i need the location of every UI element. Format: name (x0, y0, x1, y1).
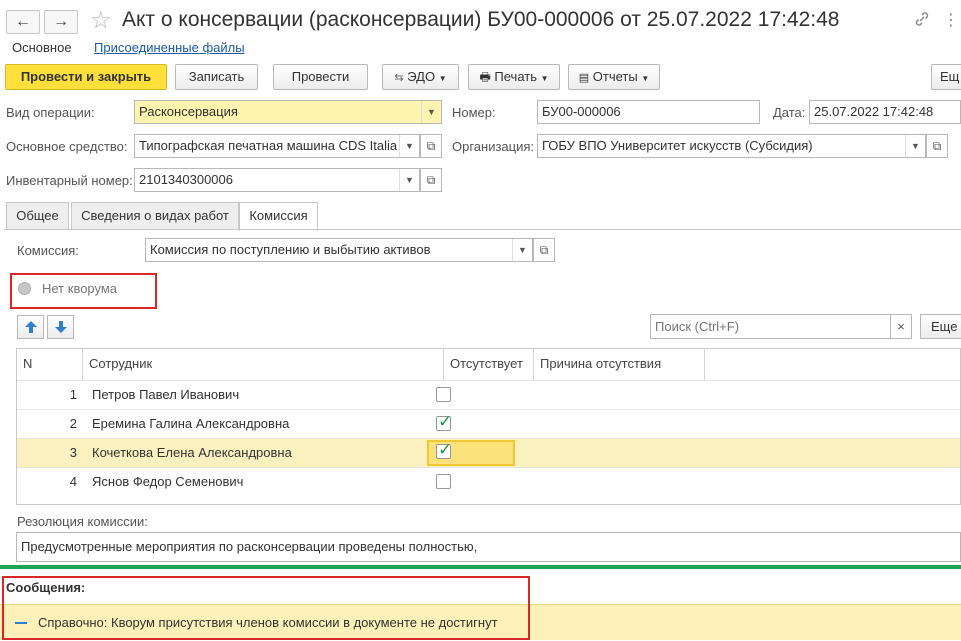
org-value: ГОБУ ВПО Университет искусств (Субсидия) (542, 138, 813, 153)
date-label: Дата: (773, 105, 806, 120)
reports-label: Отчеты (592, 69, 638, 84)
operation-select[interactable]: Расконсервация ▼ (134, 100, 442, 124)
arrow-up-icon (24, 321, 37, 333)
commission-label: Комиссия: (17, 243, 79, 258)
search-input[interactable] (650, 314, 891, 339)
asset-label: Основное средство: (6, 139, 128, 154)
org-select[interactable]: ГОБУ ВПО Университет искусств (Субсидия)… (537, 134, 926, 158)
column-header-employee[interactable]: Сотрудник (83, 349, 444, 380)
open-org-button[interactable]: ⧉ (926, 134, 948, 158)
arrow-down-icon (54, 321, 67, 333)
more-vertical-icon[interactable]: ⋮ (943, 10, 959, 30)
inventory-select[interactable]: 2101340300006 ▼ (134, 168, 420, 192)
table-more-button[interactable]: Еще (920, 314, 961, 339)
org-label: Организация: (452, 139, 535, 154)
number-input[interactable]: БУ00-000006 (537, 100, 760, 124)
column-header-absent[interactable]: Отсутствует (444, 349, 534, 380)
page-title: Акт о консервации (расконсервации) БУ00-… (122, 8, 840, 31)
favorite-star-icon[interactable]: ☆ (90, 6, 112, 35)
tab-attached-files[interactable]: Присоединенные файлы (94, 40, 245, 55)
checkmark-icon: ✓ (438, 412, 453, 431)
chevron-down-icon[interactable]: ▼ (399, 169, 419, 191)
tab-main[interactable]: Основное (12, 40, 72, 55)
absent-checkbox[interactable] (436, 387, 451, 402)
quorum-status: Нет кворума (42, 281, 118, 296)
tab-general[interactable]: Общее (6, 202, 69, 230)
reports-icon: ▤ (578, 72, 590, 84)
operation-label: Вид операции: (6, 105, 95, 120)
chevron-down-icon[interactable]: ▼ (421, 101, 441, 123)
checkmark-icon: ✓ (438, 440, 453, 459)
chevron-down-icon: ▼ (641, 74, 650, 83)
members-table: N Сотрудник Отсутствует Причина отсутств… (16, 348, 961, 505)
commission-select[interactable]: Комиссия по поступлению и выбытию активо… (145, 238, 533, 262)
post-and-close-button[interactable]: Провести и закрыть (5, 64, 167, 90)
number-label: Номер: (452, 105, 496, 120)
move-up-button[interactable] (17, 315, 44, 339)
messages-separator (0, 565, 961, 569)
edo-icon: ⇆ (394, 72, 404, 84)
open-asset-button[interactable]: ⧉ (420, 134, 442, 158)
column-header-n[interactable]: N (17, 349, 83, 380)
row-number: 1 (69, 387, 77, 402)
save-button[interactable]: Записать (175, 64, 258, 90)
open-inventory-button[interactable]: ⧉ (420, 168, 442, 192)
arrow-right-icon: → (53, 13, 69, 30)
open-form-icon: ⧉ (539, 243, 549, 257)
forward-button[interactable]: → (44, 10, 78, 34)
column-header-reason[interactable]: Причина отсутствия (534, 349, 705, 380)
resolution-textarea[interactable]: Предусмотренные мероприятия по расконсер… (16, 532, 961, 562)
inventory-label: Инвентарный номер: (6, 173, 133, 188)
quorum-indicator-icon (18, 282, 31, 295)
absent-checkbox[interactable]: ✓ (436, 440, 452, 459)
link-icon[interactable] (914, 11, 930, 30)
open-commission-button[interactable]: ⧉ (533, 238, 555, 262)
tab-commission[interactable]: Комиссия (239, 202, 318, 231)
print-button[interactable]: 🖶 Печать ▼ (468, 64, 560, 90)
chevron-down-icon: ▼ (438, 74, 447, 83)
employee-name: Яснов Федор Семенович (92, 474, 244, 489)
edo-label: ЭДО (407, 69, 436, 84)
table-row-selected[interactable]: 3 Кочеткова Елена Александровна ✓ (17, 438, 960, 467)
print-label: Печать (494, 69, 537, 84)
asset-select[interactable]: Типографская печатная машина CDS Italia … (134, 134, 420, 158)
employee-name: Кочеткова Елена Александровна (92, 445, 292, 460)
resolution-label: Резолюция комиссии: (17, 514, 148, 529)
table-row[interactable]: 4 Яснов Федор Семенович (17, 467, 960, 496)
move-down-button[interactable] (47, 315, 74, 339)
back-button[interactable]: ← (6, 10, 40, 34)
open-form-icon: ⧉ (426, 139, 436, 153)
inventory-value: 2101340300006 (139, 172, 233, 187)
messages-highlight-frame (2, 576, 530, 640)
chevron-down-icon: ▼ (540, 74, 549, 83)
employee-name: Еремина Галина Александровна (92, 416, 290, 431)
open-form-icon: ⧉ (426, 173, 436, 187)
chevron-down-icon[interactable]: ▼ (399, 135, 419, 157)
arrow-left-icon: ← (15, 13, 31, 30)
employee-name: Петров Павел Иванович (92, 387, 240, 402)
reports-button[interactable]: ▤ Отчеты ▼ (568, 64, 660, 90)
row-number: 4 (69, 474, 77, 489)
operation-value: Расконсервация (139, 104, 238, 119)
row-number: 2 (69, 416, 77, 431)
asset-value: Типографская печатная машина CDS Italia (139, 138, 398, 153)
post-button[interactable]: Провести (273, 64, 368, 90)
date-input[interactable]: 25.07.2022 17:42:48 (809, 100, 961, 124)
chevron-down-icon[interactable]: ▼ (905, 135, 925, 157)
open-form-icon: ⧉ (932, 139, 942, 153)
table-row[interactable]: 1 Петров Павел Иванович (17, 380, 960, 409)
clear-search-button[interactable]: × (890, 314, 912, 339)
table-row[interactable]: 2 Еремина Галина Александровна ✓ (17, 409, 960, 438)
printer-icon: 🖶 (479, 70, 491, 84)
absent-checkbox[interactable] (436, 474, 451, 489)
chevron-down-icon[interactable]: ▼ (512, 239, 532, 261)
edo-button[interactable]: ⇆ ЭДО ▼ (382, 64, 459, 90)
commission-value: Комиссия по поступлению и выбытию активо… (150, 242, 431, 257)
row-number: 3 (69, 445, 77, 460)
more-button[interactable]: Ещ (931, 64, 961, 90)
absent-checkbox[interactable]: ✓ (436, 412, 452, 431)
tab-divider (4, 229, 961, 230)
tab-work-types[interactable]: Сведения о видах работ (71, 202, 239, 230)
